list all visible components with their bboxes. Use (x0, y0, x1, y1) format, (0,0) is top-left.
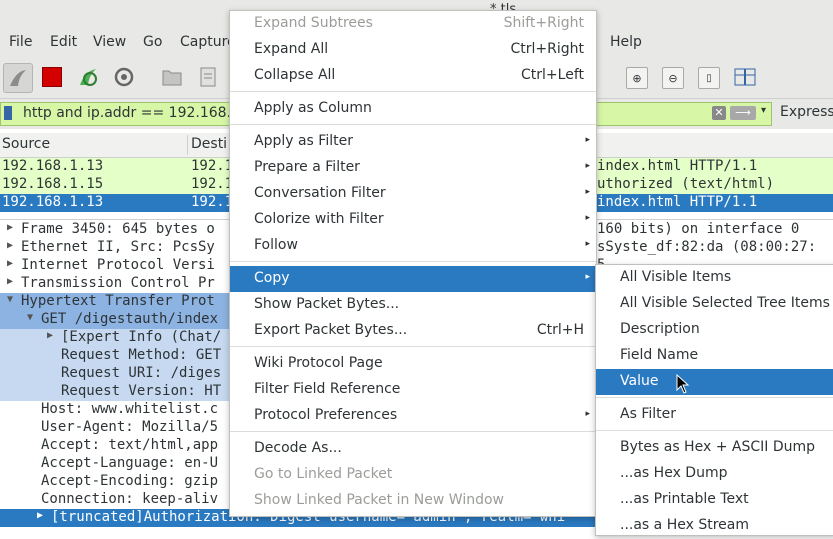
menu-item-prepare-a-filter[interactable]: Prepare a Filter ▸ (230, 155, 596, 181)
menu-item-conversation-filter[interactable]: Conversation Filter ▸ (230, 181, 596, 207)
stop-capture-icon[interactable] (38, 63, 66, 91)
submenu-arrow-icon: ▸ (585, 135, 590, 145)
menu-item-collapse-all[interactable]: Collapse All Ctrl+Left (230, 63, 596, 89)
menu-item-decode-as[interactable]: Decode As... (230, 436, 596, 462)
tree-item-label-tail: 160 bits) on interface 0 (597, 221, 800, 237)
menu-item-show-linked-packet-new-window[interactable]: Show Linked Packet in New Window (230, 488, 596, 514)
menu-item-apply-as-filter[interactable]: Apply as Filter ▸ (230, 129, 596, 155)
submenu-item-as-filter[interactable]: As Filter (596, 402, 833, 428)
submenu-item-bytes-hex-ascii-dump[interactable]: Bytes as Hex + ASCII Dump (596, 435, 833, 461)
menu-item-expand-subtrees[interactable]: Expand Subtrees Shift+Right (230, 11, 596, 37)
menu-item-protocol-preferences[interactable]: Protocol Preferences ▸ (230, 403, 596, 429)
chevron-right-icon[interactable]: ▶ (37, 510, 43, 521)
normal-size-icon[interactable]: ▯ (698, 67, 720, 89)
chevron-down-icon[interactable]: ▾ (761, 105, 766, 116)
tree-item-label: [Expert Info (Chat/ (61, 329, 222, 345)
menu-item-wiki-protocol-page[interactable]: Wiki Protocol Page (230, 351, 596, 377)
tree-item-label: Request Version: HT (61, 383, 222, 399)
tree-item-label: GET /digestauth/index (41, 311, 219, 327)
mouse-cursor-icon (676, 374, 690, 394)
packet-info: index.html HTTP/1.1 (597, 158, 758, 174)
folder-open-icon[interactable] (158, 63, 186, 91)
restart-capture-icon[interactable] (74, 63, 102, 91)
menu-item-expand-all[interactable]: Expand All Ctrl+Right (230, 37, 596, 63)
zoom-in-icon[interactable]: ⊕ (626, 67, 648, 89)
tree-item-label: Ethernet II, Src: PcsSy (21, 239, 215, 255)
chevron-right-icon[interactable]: ▶ (7, 276, 13, 287)
menu-item-follow[interactable]: Follow ▸ (230, 233, 596, 259)
submenu-item-all-visible-selected-tree-items[interactable]: All Visible Selected Tree Items (596, 291, 833, 317)
column-destination[interactable]: Desti (191, 136, 227, 152)
packet-source: 192.168.1.13 (2, 194, 104, 210)
tree-item-label: User-Agent: Mozilla/5 (41, 419, 219, 435)
packet-info: index.html HTTP/1.1 (597, 194, 758, 210)
chevron-right-icon[interactable]: ▶ (7, 222, 13, 233)
submenu-item-as-hex-dump[interactable]: ...as Hex Dump (596, 461, 833, 487)
submenu-item-as-hex-stream[interactable]: ...as a Hex Stream (596, 513, 833, 539)
zoom-out-icon[interactable]: ⊖ (662, 67, 684, 89)
chevron-right-icon[interactable]: ▶ (7, 258, 13, 269)
chevron-down-icon[interactable]: ▼ (27, 312, 33, 323)
submenu-arrow-icon: ▸ (585, 239, 590, 249)
filter-text: http and ip.addr == 192.168.1.1 (23, 105, 254, 121)
copy-submenu: All Visible Items All Visible Selected T… (595, 264, 833, 536)
tree-item-label: Hypertext Transfer Prot (21, 293, 215, 309)
packet-destination: 192.1 (191, 194, 234, 210)
menu-item-copy[interactable]: Copy ▸ (230, 266, 596, 292)
tree-item-label: Request URI: /diges (61, 365, 222, 381)
chevron-right-icon[interactable]: ▶ (47, 330, 53, 341)
context-menu: Expand Subtrees Shift+Right Expand All Ctr… (229, 10, 597, 517)
tree-item-label: Frame 3450: 645 bytes o (21, 221, 215, 237)
gear-options-icon[interactable] (110, 63, 138, 91)
menu-edit[interactable]: Edit (50, 34, 77, 50)
tree-item-label: Internet Protocol Versi (21, 257, 215, 273)
tree-item-label: Transmission Control Pr (21, 275, 215, 291)
submenu-item-as-printable-text[interactable]: ...as Printable Text (596, 487, 833, 513)
menu-item-show-packet-bytes[interactable]: Show Packet Bytes... (230, 292, 596, 318)
submenu-arrow-icon: ▸ (585, 161, 590, 171)
packet-destination: 192.1 (191, 158, 234, 174)
tree-item-label: Connection: keep-aliv (41, 491, 219, 507)
submenu-item-value[interactable]: Value (596, 369, 833, 395)
tree-item-label: Request Method: GET (61, 347, 222, 363)
tree-item-label: Accept-Language: en-U (41, 455, 219, 471)
tree-item-label: Host: www.whitelist.c (41, 401, 219, 417)
resize-columns-icon[interactable] (731, 63, 759, 91)
apply-filter-icon[interactable]: ⟶ (730, 106, 756, 120)
tree-item-label: Accept-Encoding: gzip (41, 473, 219, 489)
tree-item-label-tail: sSyste_df:82:da (08:00:27: (597, 239, 817, 255)
shark-fin-start-icon[interactable] (3, 63, 33, 93)
menu-file[interactable]: File (9, 34, 32, 50)
chevron-down-icon[interactable]: ▼ (7, 294, 13, 305)
menu-item-export-packet-bytes[interactable]: Export Packet Bytes... Ctrl+H (230, 318, 596, 344)
menu-item-colorize-with-filter[interactable]: Colorize with Filter ▸ (230, 207, 596, 233)
packet-source: 192.168.1.13 (2, 158, 104, 174)
bookmark-icon[interactable] (4, 106, 12, 120)
packet-info: uthorized (text/html) (597, 176, 775, 192)
submenu-arrow-icon: ▸ (585, 213, 590, 223)
submenu-arrow-icon: ▸ (585, 187, 590, 197)
submenu-arrow-icon: ▸ (585, 409, 590, 419)
packet-destination: 192.1 (191, 176, 234, 192)
submenu-item-field-name[interactable]: Field Name (596, 343, 833, 369)
clear-filter-icon[interactable]: ✕ (712, 106, 726, 120)
menu-help[interactable]: Help (610, 34, 642, 50)
submenu-arrow-icon: ▸ (585, 272, 590, 282)
menu-item-filter-field-reference[interactable]: Filter Field Reference (230, 377, 596, 403)
menu-go[interactable]: Go (143, 34, 162, 50)
submenu-item-all-visible-items[interactable]: All Visible Items (596, 265, 833, 291)
file-save-icon[interactable] (194, 63, 222, 91)
menu-view[interactable]: View (93, 34, 126, 50)
menu-capture[interactable]: Capture (180, 34, 236, 50)
chevron-right-icon[interactable]: ▶ (7, 240, 13, 251)
menu-item-apply-as-column[interactable]: Apply as Column (230, 96, 596, 122)
expression-button[interactable]: Expressi (780, 104, 833, 120)
menu-item-go-to-linked-packet[interactable]: Go to Linked Packet (230, 462, 596, 488)
packet-source: 192.168.1.15 (2, 176, 104, 192)
submenu-item-description[interactable]: Description (596, 317, 833, 343)
tree-item-label: Accept: text/html,app (41, 437, 219, 453)
column-source[interactable]: Source (2, 136, 50, 152)
